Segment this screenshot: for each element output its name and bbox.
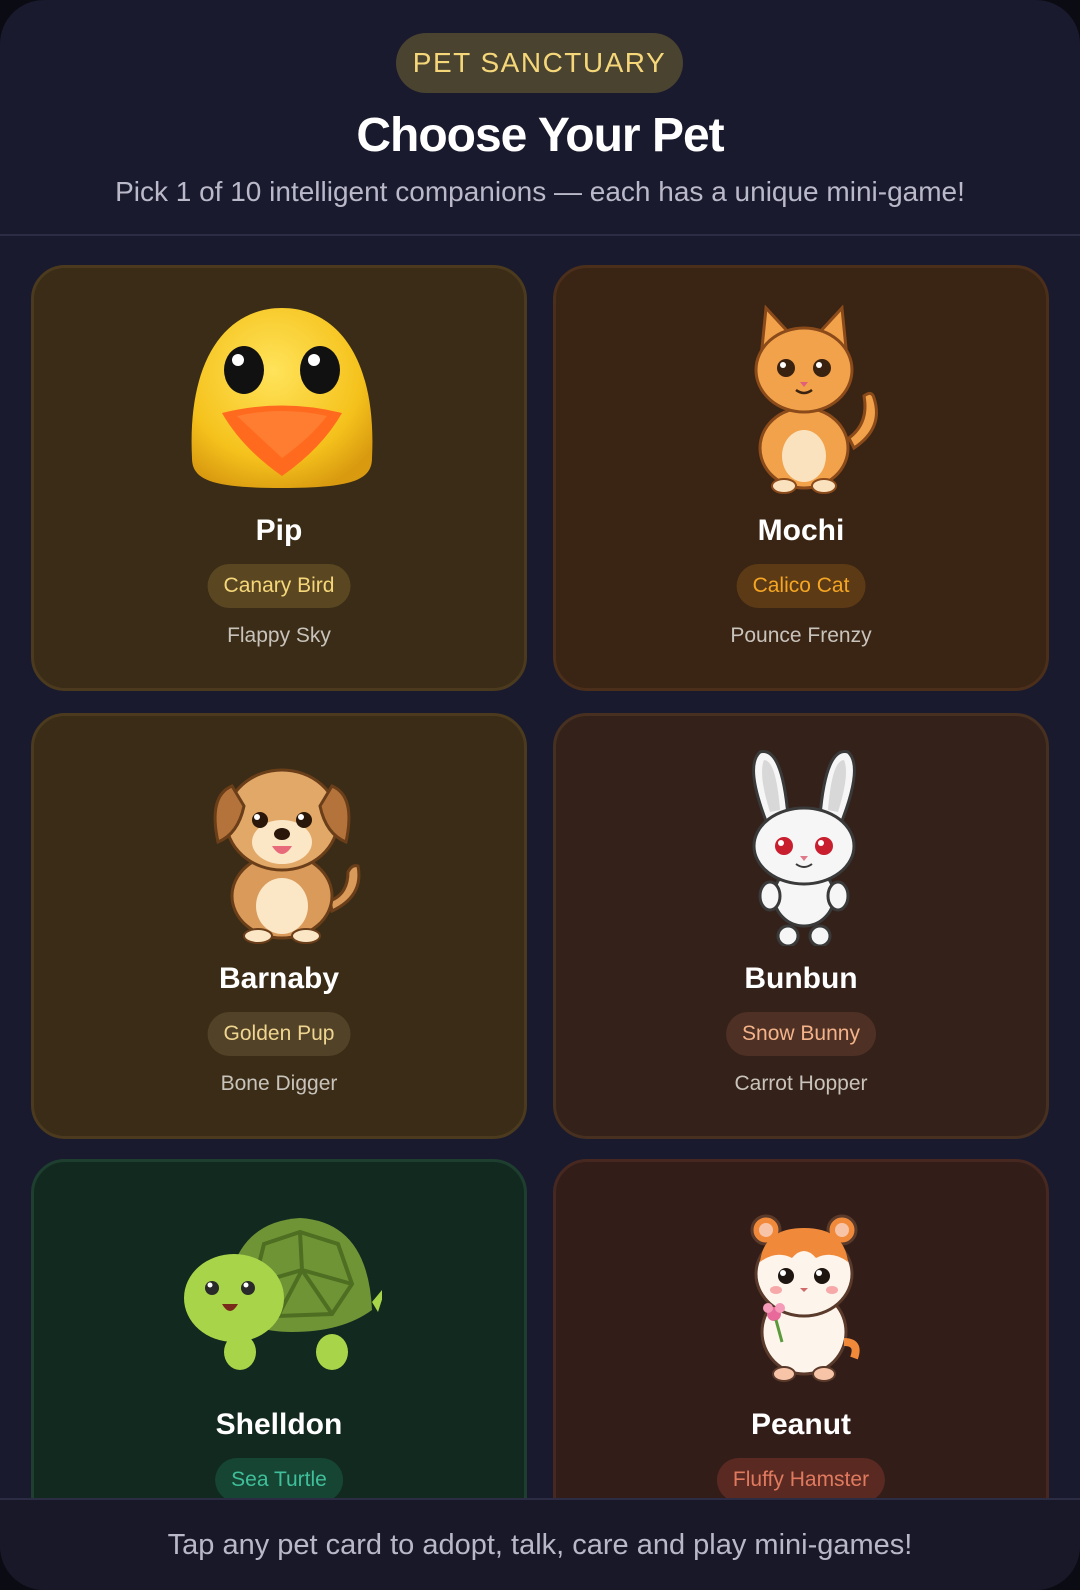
pet-breed-badge: Snow Bunny xyxy=(726,1012,876,1056)
footer-hint: Tap any pet card to adopt, talk, care an… xyxy=(167,1528,913,1561)
turtle-icon xyxy=(184,1218,382,1370)
cat-icon xyxy=(754,304,878,494)
pet-breed-badge: Golden Pup xyxy=(207,1012,351,1056)
canary-bird-icon xyxy=(191,308,373,488)
pet-name: Bunbun xyxy=(744,962,858,995)
pet-selection-screen: PET SANCTUARY Choose Your Pet Pick 1 of … xyxy=(0,0,1080,1590)
pet-card-bunbun[interactable]: Bunbun Snow Bunny Carrot Hopper xyxy=(553,713,1049,1139)
pet-mini-game: Bone Digger xyxy=(220,1072,338,1095)
pet-breed-badge: Canary Bird xyxy=(207,564,351,608)
pet-mini-game: Carrot Hopper xyxy=(734,1072,868,1095)
pet-card-mochi[interactable]: Mochi Calico Cat Pounce Frenzy xyxy=(553,265,1049,691)
header: PET SANCTUARY Choose Your Pet Pick 1 of … xyxy=(0,0,1080,236)
pet-card-pip[interactable]: Pip Canary Bird Flappy Sky xyxy=(31,265,527,691)
pet-card-barnaby[interactable]: Barnaby Golden Pup Bone Digger xyxy=(31,713,527,1139)
bunny-icon xyxy=(752,750,856,946)
pet-mini-game: Pounce Frenzy xyxy=(730,624,872,647)
pet-breed-badge: Calico Cat xyxy=(736,564,866,608)
pet-name: Mochi xyxy=(757,514,845,547)
pet-name: Shelldon xyxy=(215,1408,343,1441)
footer-hint-bar: Tap any pet card to adopt, talk, care an… xyxy=(0,1498,1080,1590)
pet-mini-game: Flappy Sky xyxy=(227,624,331,647)
pet-name: Barnaby xyxy=(218,962,340,995)
pet-name: Pip xyxy=(255,514,303,547)
hamster-icon xyxy=(750,1214,860,1382)
pet-grid: Pip Canary Bird Flappy Sky Mochi Calico … xyxy=(0,236,1080,1498)
puppy-icon xyxy=(213,768,361,944)
pet-card-shelldon[interactable]: Shelldon Sea Turtle xyxy=(31,1159,527,1498)
pet-breed-badge: Fluffy Hamster xyxy=(716,1458,886,1498)
page-subtitle: Pick 1 of 10 intelligent companions — ea… xyxy=(115,176,965,207)
page-title: Choose Your Pet xyxy=(356,109,724,162)
pet-breed-badge: Sea Turtle xyxy=(215,1458,343,1498)
pet-card-peanut[interactable]: Peanut Fluffy Hamster xyxy=(553,1159,1049,1498)
sanctuary-badge: PET SANCTUARY xyxy=(396,33,683,93)
pet-name: Peanut xyxy=(750,1408,852,1441)
